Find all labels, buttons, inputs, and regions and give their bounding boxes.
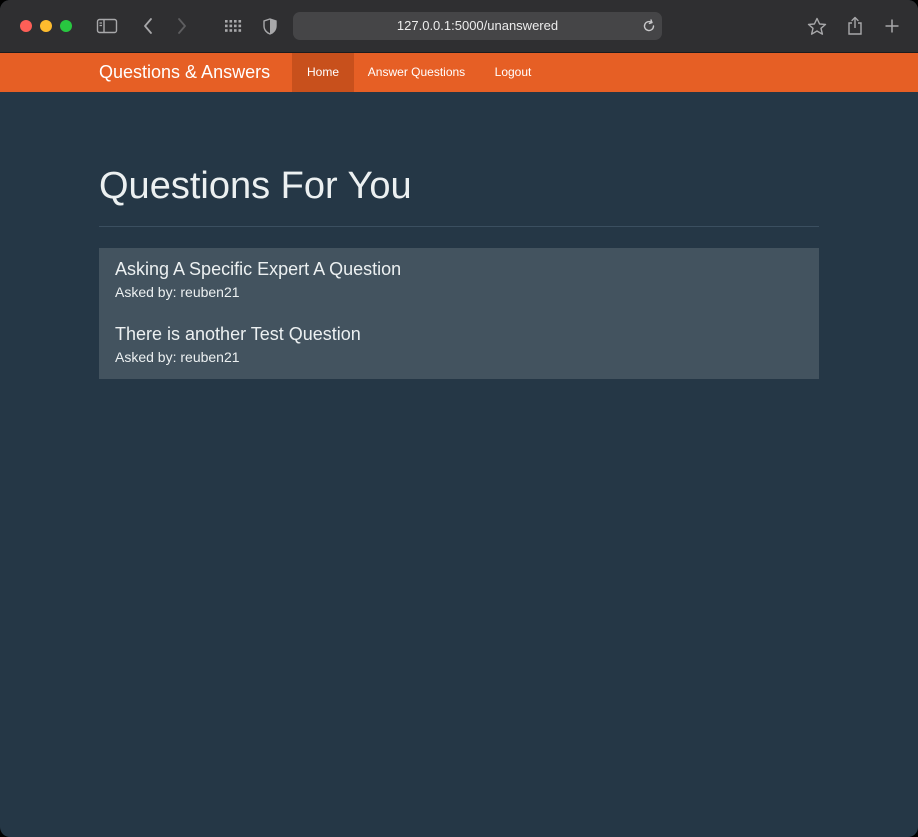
tab-grid-icon[interactable] [221, 14, 245, 38]
sidebar-toggle-icon[interactable] [95, 14, 119, 38]
minimize-window-button[interactable] [40, 20, 52, 32]
new-tab-icon[interactable] [880, 14, 904, 38]
question-asked-by: Asked by: reuben21 [115, 284, 240, 300]
page-title: Questions For You [99, 165, 412, 207]
nav-item-answer-questions[interactable]: Answer Questions [354, 53, 479, 92]
list-item: Asking A Specific Expert A Question Aske… [115, 258, 795, 301]
reload-icon[interactable] [642, 19, 656, 33]
bookmark-star-icon[interactable] [805, 14, 829, 38]
site-navbar: Questions & Answers Home Answer Question… [0, 53, 918, 92]
question-list: Asking A Specific Expert A Question Aske… [99, 248, 819, 379]
nav-item-home[interactable]: Home [292, 53, 354, 92]
share-icon[interactable] [843, 14, 867, 38]
url-text: 127.0.0.1:5000/unanswered [396, 18, 559, 33]
brand-link[interactable]: Questions & Answers [99, 53, 270, 92]
browser-toolbar: 127.0.0.1:5000/unanswered [0, 0, 918, 53]
privacy-shield-icon[interactable] [258, 14, 282, 38]
list-item: There is another Test Question Asked by:… [115, 323, 795, 366]
question-asked-by: Asked by: reuben21 [115, 349, 240, 365]
question-title-link[interactable]: Asking A Specific Expert A Question [115, 258, 795, 280]
question-title-link[interactable]: There is another Test Question [115, 323, 795, 345]
title-divider [99, 226, 819, 227]
browser-window: 127.0.0.1:5000/unanswered Questions & An… [0, 0, 918, 837]
nav-item-logout[interactable]: Logout [479, 53, 547, 92]
forward-icon[interactable] [170, 14, 194, 38]
close-window-button[interactable] [20, 20, 32, 32]
address-bar[interactable]: 127.0.0.1:5000/unanswered [293, 12, 662, 40]
zoom-window-button[interactable] [60, 20, 72, 32]
back-icon[interactable] [136, 14, 160, 38]
